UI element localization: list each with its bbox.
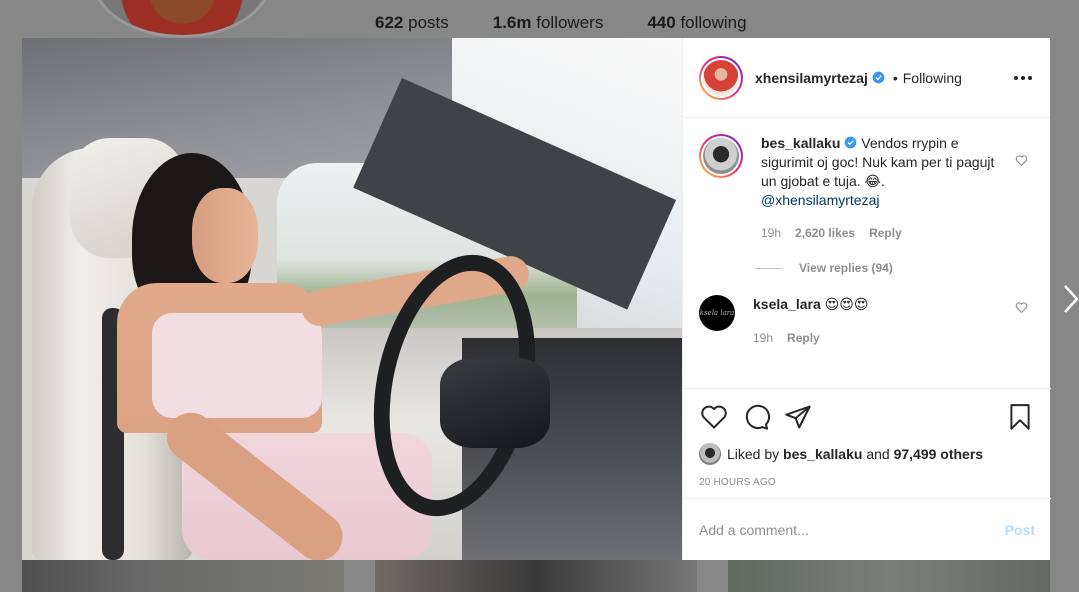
post-timestamp[interactable]: 20 HOURS AGO — [699, 477, 1035, 488]
comment-mention[interactable]: @xhensilamyrtezaj — [761, 192, 879, 208]
comment-like-heart-icon[interactable] — [1015, 301, 1028, 314]
owner-avatar[interactable] — [699, 55, 743, 100]
commenter-username[interactable]: bes_kallaku — [761, 135, 840, 151]
comment-text: bes_kallaku Vendos rrypin e sigurimit oj… — [761, 134, 996, 210]
verified-icon — [845, 136, 857, 149]
grid-thumbnail[interactable] — [728, 560, 1050, 592]
liked-by-prefix: Liked by — [727, 446, 780, 462]
separator-dot: • — [892, 69, 898, 86]
posts-stat: 622 posts — [375, 13, 449, 32]
add-comment-bar: Post — [683, 498, 1051, 560]
commenter-username[interactable]: ksela_lara — [753, 296, 821, 312]
following-button[interactable]: Following — [903, 70, 962, 86]
commenter-avatar[interactable]: ksela lara — [699, 295, 735, 331]
grid-thumbnail[interactable] — [22, 560, 344, 592]
liked-by-user[interactable]: bes_kallaku — [783, 446, 862, 462]
comment-meta: 19h Reply — [753, 329, 988, 348]
comment-time[interactable]: 19h — [753, 329, 773, 348]
liked-by: Liked by bes_kallaku and 97,499 others — [699, 443, 1035, 465]
profile-stats: 622 posts 1.6m followers 440 following — [375, 13, 747, 33]
post-image[interactable] — [22, 38, 682, 560]
grid-thumbnail[interactable] — [375, 560, 697, 592]
liked-by-avatar[interactable] — [699, 443, 721, 465]
comments-list: bes_kallaku Vendos rrypin e sigurimit oj… — [683, 118, 1050, 388]
reply-button[interactable]: Reply — [787, 329, 820, 348]
share-icon[interactable] — [783, 402, 813, 432]
comment-body: 😍😍😍 — [824, 297, 869, 313]
following-stat[interactable]: 440 following — [647, 13, 746, 33]
followers-stat[interactable]: 1.6m followers — [493, 13, 604, 33]
action-icons — [699, 401, 1035, 433]
more-icon[interactable] — [1014, 68, 1032, 88]
heart-icon[interactable] — [699, 402, 729, 432]
comment-like-heart-icon[interactable] — [1015, 154, 1028, 167]
image-face — [192, 188, 258, 283]
comment-likes[interactable]: 2,620 likes — [795, 224, 855, 243]
likes-count[interactable]: 97,499 others — [894, 446, 984, 462]
post-comment-button[interactable]: Post — [1005, 522, 1035, 538]
liked-by-and: and — [866, 446, 890, 462]
comment-text: ksela_lara 😍😍😍 — [753, 295, 988, 315]
profile-avatar — [92, 0, 272, 38]
chevron-right-icon[interactable] — [1062, 283, 1079, 315]
profile-header-background: 622 posts 1.6m followers 440 following — [0, 0, 1079, 38]
owner-username[interactable]: xhensilamyrtezaj — [755, 70, 868, 86]
view-replies-button[interactable]: View replies (94) — [755, 261, 1034, 275]
comment-input[interactable] — [699, 521, 1005, 538]
image-top — [152, 313, 322, 418]
verified-icon — [872, 71, 885, 84]
comment: bes_kallaku Vendos rrypin e sigurimit oj… — [699, 134, 1034, 243]
post-header: xhensilamyrtezaj • Following — [683, 38, 1050, 118]
comment: ksela lara ksela_lara 😍😍😍 19h Reply — [699, 295, 1034, 348]
comment-meta: 19h 2,620 likes Reply — [761, 224, 996, 243]
reply-button[interactable]: Reply — [869, 224, 902, 243]
comment-time[interactable]: 19h — [761, 224, 781, 243]
commenter-avatar[interactable] — [699, 134, 743, 178]
post-side-panel: xhensilamyrtezaj • Following bes_kallaku — [682, 38, 1051, 560]
post-actions: Liked by bes_kallaku and 97,499 others 2… — [683, 388, 1051, 488]
bookmark-icon[interactable] — [1005, 402, 1035, 432]
post-modal: xhensilamyrtezaj • Following bes_kallaku — [22, 38, 1051, 560]
comment-icon[interactable] — [741, 402, 771, 432]
image-steering-hub — [440, 358, 550, 448]
